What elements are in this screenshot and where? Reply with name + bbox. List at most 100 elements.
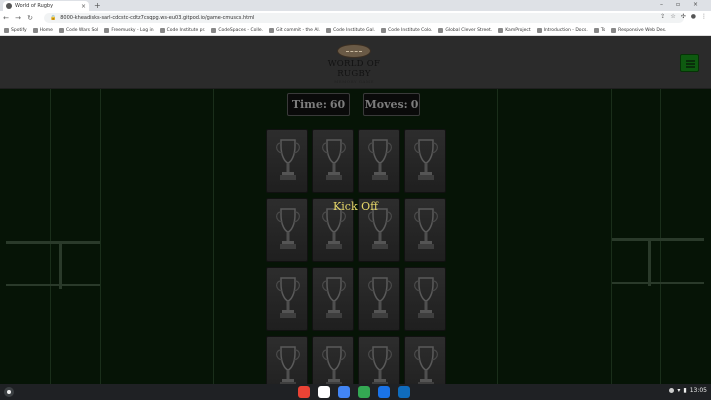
address-bar[interactable]: 🔒 8000-kheadisks-sarl-cdcstc-cdtz7csqpg.… <box>44 13 684 23</box>
memory-card[interactable] <box>312 336 354 384</box>
left-goalpost <box>59 241 62 289</box>
browser-tab[interactable]: World of Rugby × <box>3 1 89 11</box>
bookmark-item[interactable]: Ts <box>593 27 606 33</box>
field-line <box>50 89 51 384</box>
bookmark-label: Code Wars Sol <box>65 27 99 33</box>
moves-label: Moves: <box>364 98 408 111</box>
close-window-icon[interactable]: × <box>693 1 698 8</box>
memory-card[interactable] <box>266 129 308 193</box>
bookmark-item[interactable]: Code Institute Colo. <box>381 27 433 33</box>
reload-icon[interactable]: ↻ <box>24 14 36 22</box>
wifi-icon: ▾ <box>677 387 681 394</box>
new-tab-button[interactable]: + <box>94 1 101 10</box>
maximize-icon[interactable]: ▫ <box>676 1 680 8</box>
bookmark-item[interactable]: CodeSpaces - Colle. <box>211 27 264 33</box>
battery-icon: ▮ <box>683 387 687 394</box>
chrome-icon[interactable] <box>298 386 310 398</box>
game-page: WORLD OF RUGBY MEMORY GAME Time: 60 Move… <box>0 36 711 384</box>
browser-menu-icon[interactable]: ⋮ <box>701 13 707 20</box>
field-line <box>100 89 101 384</box>
bookmark-item[interactable]: Responsive Web Des. <box>611 27 666 33</box>
menu-button[interactable] <box>680 54 699 72</box>
tab-strip: World of Rugby × + – ▫ × <box>0 0 711 11</box>
lock-icon: 🔒 <box>50 15 57 21</box>
bookmark-item[interactable]: KamProject <box>498 27 531 33</box>
right-goalpost <box>648 238 651 286</box>
logo[interactable]: WORLD OF RUGBY MEMORY GAME <box>313 44 395 86</box>
close-tab-icon[interactable]: × <box>81 3 86 10</box>
card-grid <box>266 129 447 384</box>
bookmark-item[interactable]: Freemusky - Log in <box>104 27 154 33</box>
os-shelf: ▾ ▮ 13:05 <box>0 384 711 400</box>
bookmark-item[interactable]: Spotify <box>4 27 27 33</box>
memory-card[interactable] <box>404 336 446 384</box>
timer-display: Time: 60 <box>287 93 350 116</box>
extensions-icon[interactable]: ✣ <box>681 13 686 20</box>
browser-toolbar: ← → ↻ 🔒 8000-kheadisks-sarl-cdcstc-cdtz7… <box>0 11 711 25</box>
clock-text: 13:05 <box>689 387 707 394</box>
files-icon[interactable] <box>378 386 390 398</box>
bookmark-icon <box>438 27 444 33</box>
bookmark-label: Code Institute Gal. <box>333 27 376 33</box>
memory-card[interactable] <box>404 129 446 193</box>
bookmark-item[interactable]: Git commit - the Al. <box>269 27 320 33</box>
bookmark-label: Global Clever Street. <box>445 27 493 33</box>
memory-card[interactable] <box>358 336 400 384</box>
bookmark-item[interactable]: Code Institute Gal. <box>326 27 376 33</box>
bookmark-icon <box>4 27 9 33</box>
gmail-icon[interactable] <box>318 386 330 398</box>
bookmark-item[interactable]: Introduction - Docs. <box>536 27 588 33</box>
left-goalpost <box>6 241 100 244</box>
forward-icon[interactable]: → <box>12 14 24 22</box>
memory-card[interactable] <box>266 336 308 384</box>
memory-card[interactable] <box>358 129 400 193</box>
bookmark-icon <box>32 27 38 33</box>
bookmark-icon <box>536 27 542 33</box>
play-store-icon[interactable] <box>358 386 370 398</box>
docs-icon[interactable] <box>338 386 350 398</box>
bookmark-icon <box>104 27 110 33</box>
rugby-ball-icon <box>337 44 371 58</box>
bookmark-icon <box>498 27 504 33</box>
moves-display: Moves: 0 <box>363 93 420 116</box>
bookmark-label: Ts <box>600 27 606 33</box>
star-icon[interactable]: ☆ <box>670 13 675 20</box>
minimize-icon[interactable]: – <box>660 1 663 8</box>
bookmark-icon <box>611 27 617 33</box>
bookmark-label: Spotify <box>11 27 27 33</box>
bookmark-icon <box>593 27 599 33</box>
memory-card[interactable] <box>312 267 354 331</box>
bookmark-label: KamProject <box>505 27 531 33</box>
tab-favicon-icon <box>6 3 12 9</box>
bookmark-label: Code Institute Colo. <box>388 27 433 33</box>
bookmark-item[interactable]: Home <box>32 27 53 33</box>
field-line <box>497 89 498 384</box>
tab-title: World of Rugby <box>15 3 54 9</box>
moves-value: 0 <box>410 98 419 111</box>
field-line <box>611 89 612 384</box>
outlook-icon[interactable] <box>398 386 410 398</box>
right-goalpost <box>612 282 704 284</box>
profile-icon[interactable]: ● <box>691 13 696 20</box>
logo-title: WORLD OF RUGBY <box>327 59 381 79</box>
memory-card[interactable] <box>266 267 308 331</box>
bookmark-item[interactable]: Global Clever Street. <box>438 27 493 33</box>
logo-subtitle: MEMORY GAME <box>334 79 374 84</box>
launcher-button[interactable] <box>4 387 14 397</box>
bookmark-item[interactable]: Code Institute pr. <box>159 27 206 33</box>
bookmark-icon <box>326 27 332 33</box>
hamburger-icon-line <box>686 66 695 68</box>
bookmark-label: CodeSpaces - Colle. <box>218 27 264 33</box>
url-text: 8000-kheadisks-sarl-cdcstc-cdtz7csqpg.ws… <box>60 15 255 21</box>
kick-off-overlay[interactable]: Kick Off <box>0 200 711 213</box>
bookmark-item[interactable]: Code Wars Sol <box>58 27 99 33</box>
status-tray[interactable]: ▾ ▮ 13:05 <box>669 387 707 394</box>
share-icon[interactable]: ⇪ <box>660 13 665 20</box>
bookmark-label: Introduction - Docs. <box>543 27 588 33</box>
memory-card[interactable] <box>358 267 400 331</box>
bookmark-label: Freemusky - Log in <box>111 27 154 33</box>
bookmark-label: Code Institute pr. <box>166 27 206 33</box>
back-icon[interactable]: ← <box>0 14 12 22</box>
memory-card[interactable] <box>404 267 446 331</box>
memory-card[interactable] <box>312 129 354 193</box>
